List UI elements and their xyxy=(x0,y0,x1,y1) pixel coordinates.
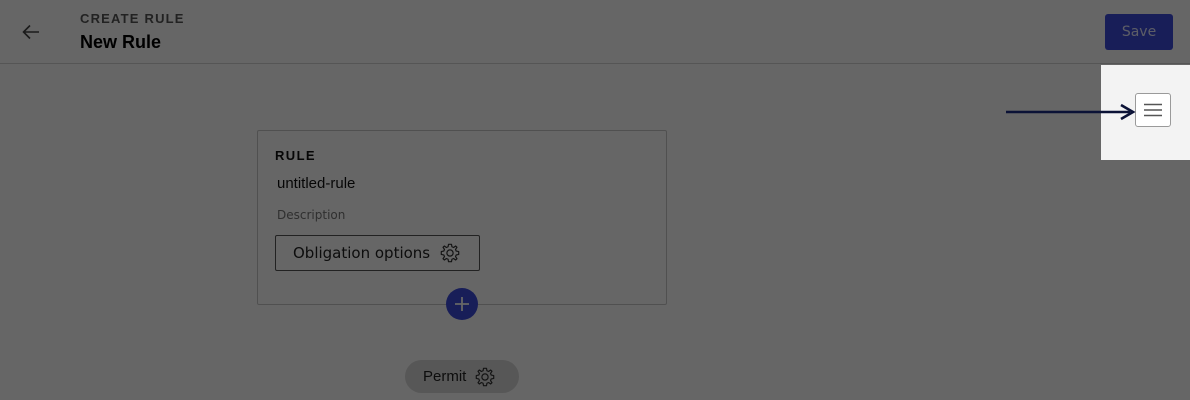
plus-icon xyxy=(455,297,469,311)
arrow-left-icon xyxy=(22,24,39,40)
page-title: New Rule xyxy=(80,32,162,52)
rule-description-field[interactable]: Description xyxy=(277,208,345,222)
rule-name-field[interactable]: untitled-rule xyxy=(277,175,355,192)
obligation-options-button[interactable]: Obligation options xyxy=(275,235,480,271)
hamburger-menu-icon xyxy=(1144,103,1162,117)
gear-icon xyxy=(474,366,496,388)
back-button[interactable] xyxy=(14,16,48,48)
add-condition-button[interactable] xyxy=(446,288,478,320)
page-subtitle: CREATE RULE xyxy=(80,11,185,26)
menu-button[interactable] xyxy=(1135,93,1171,127)
rule-card: RULE untitled-rule Description Obligatio… xyxy=(257,130,667,305)
gear-icon xyxy=(439,242,461,264)
arrow-right-icon xyxy=(1006,103,1136,121)
save-button[interactable]: Save xyxy=(1105,14,1173,50)
obligation-options-label: Obligation options xyxy=(293,244,431,262)
page-header: CREATE RULE New Rule Save xyxy=(0,0,1190,64)
rule-card-label: RULE xyxy=(275,148,316,163)
permit-label: Permit xyxy=(423,368,467,385)
permit-effect-button[interactable]: Permit xyxy=(405,360,519,393)
